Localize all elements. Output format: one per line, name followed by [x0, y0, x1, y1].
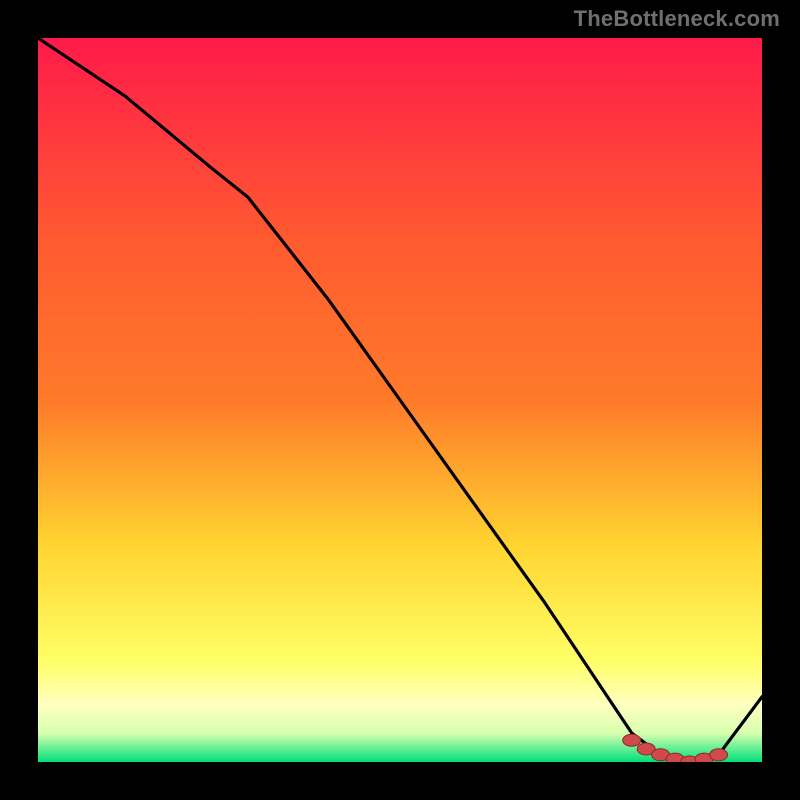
- attribution-text: TheBottleneck.com: [574, 6, 780, 32]
- curve-marker: [623, 734, 641, 746]
- chart-frame: TheBottleneck.com: [0, 0, 800, 800]
- gradient-line-chart: [38, 38, 762, 762]
- plot-area: [38, 38, 762, 762]
- curve-marker: [710, 749, 728, 761]
